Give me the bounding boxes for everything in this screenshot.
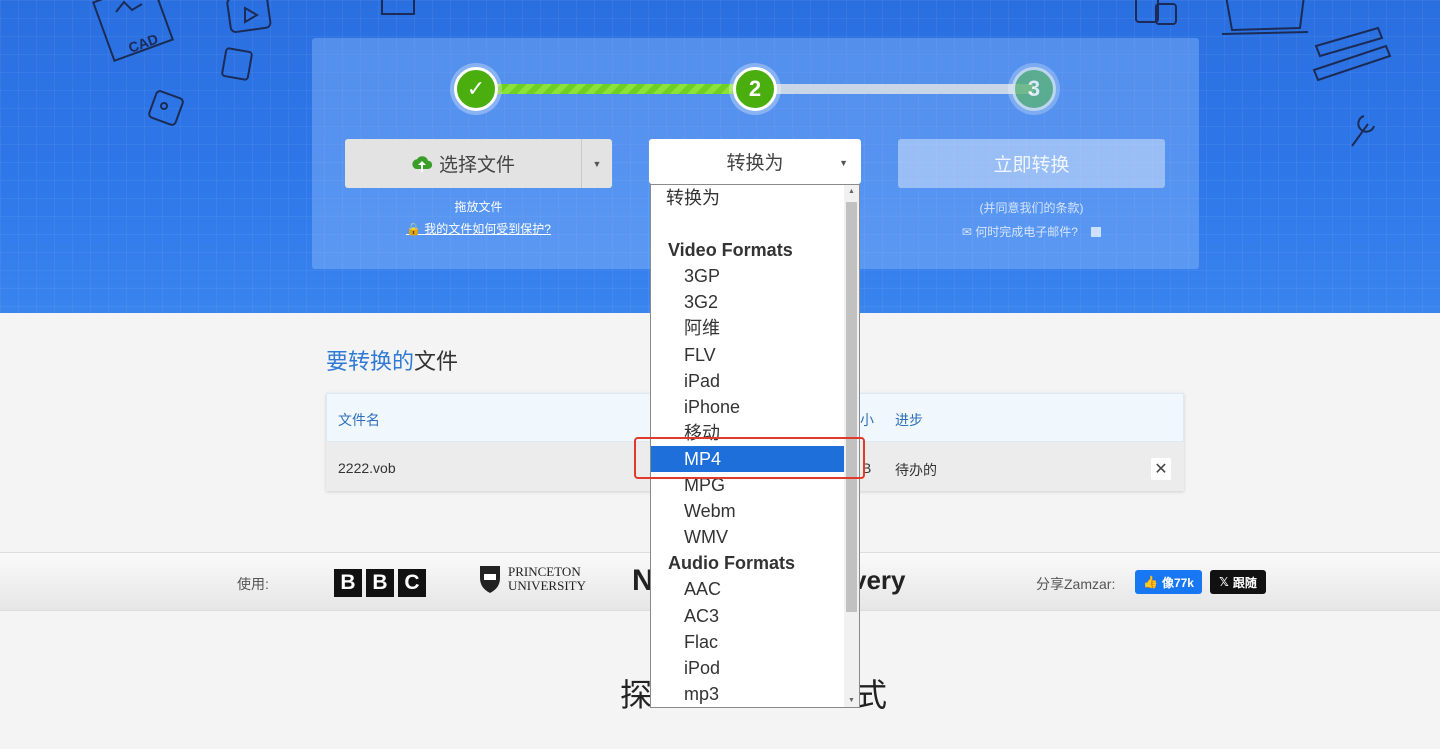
drag-drop-hint: 拖放文件: [454, 200, 503, 214]
cloud-upload-icon: [412, 155, 433, 172]
explore-heading-start: 探: [620, 677, 655, 713]
dropdown-option[interactable]: 3G2: [651, 289, 846, 315]
laptop-doodle-icon: [1221, 0, 1309, 35]
svg-text:CAD: CAD: [126, 30, 160, 55]
dropdown-spacer: [651, 211, 846, 237]
princeton-shield-icon: [480, 566, 500, 593]
princeton-line-1: PRINCETON: [508, 564, 581, 579]
video-doodle-icon: [226, 0, 272, 33]
bbc-logo-letter: B: [334, 569, 362, 597]
dropdown-option[interactable]: 阿维: [651, 315, 846, 341]
column-header-filename: 文件名: [338, 412, 380, 428]
dropdown-group-label: Audio Formats: [668, 553, 796, 574]
dropdown-option[interactable]: mp3: [651, 681, 846, 707]
bbc-logo-letter: C: [398, 569, 426, 597]
dropdown-option[interactable]: WMV: [651, 524, 846, 550]
bbc-logo: B B C: [334, 569, 426, 597]
facebook-like-label: 像77k: [1161, 575, 1194, 590]
folder-doodle-icon: [381, 0, 415, 15]
convert-now-button[interactable]: 立即转换: [898, 139, 1165, 188]
dropdown-option[interactable]: iPad: [651, 368, 846, 394]
dropdown-option[interactable]: FLV: [651, 342, 846, 368]
step-3-pending: 3: [1012, 67, 1056, 111]
scrollbar-thumb[interactable]: [846, 202, 857, 612]
email-notification-label: 何时完成电子邮件?: [975, 225, 1078, 239]
files-title-rest: 文件: [414, 349, 459, 374]
remove-file-button[interactable]: ✕: [1151, 458, 1171, 480]
annotation-highlight-box: [634, 437, 865, 479]
choose-source-dropdown-button[interactable]: ▼: [581, 139, 612, 188]
used-by-label: 使用:: [237, 576, 269, 592]
x-follow-button[interactable]: 𝕏 跟随: [1210, 570, 1266, 594]
close-icon: ✕: [1154, 461, 1168, 478]
thumbs-up-icon: 👍: [1143, 575, 1158, 589]
ruler-pencil-doodle-icon: [1312, 26, 1392, 82]
caret-down-icon: ▼: [592, 158, 602, 169]
step-2-label: 2: [748, 76, 762, 101]
x-follow-label: 跟随: [1232, 575, 1257, 590]
image-doodle-icon: [148, 90, 184, 126]
bbc-logo-letter: B: [366, 569, 394, 597]
column-header-size: 小: [860, 412, 874, 428]
x-logo-icon: 𝕏: [1219, 575, 1229, 589]
dropdown-option[interactable]: AC3: [651, 603, 846, 629]
share-label: 分享Zamzar:: [1036, 576, 1116, 592]
devices-doodle-icon: [1135, 0, 1177, 25]
files-title-accent: 要转换的: [326, 349, 415, 374]
dropdown-option[interactable]: iPod: [651, 655, 846, 681]
check-icon: ✓: [466, 76, 486, 101]
choose-files-label: 选择文件: [438, 155, 515, 176]
princeton-logo: PRINCETON UNIVERSITY: [478, 564, 586, 594]
dropdown-option[interactable]: iPhone: [651, 394, 846, 420]
envelope-icon: ✉: [961, 225, 972, 239]
convert-to-select[interactable]: 转换为 ▼: [649, 139, 861, 184]
caret-down-icon: ▼: [839, 158, 848, 168]
file-protection-link[interactable]: 🔒 我的文件如何受到保护?: [345, 220, 612, 237]
wrench-doodle-icon: [1351, 115, 1375, 147]
dropdown-option[interactable]: 3GP: [651, 263, 846, 289]
scroll-up-arrow-icon[interactable]: ▲: [847, 188, 856, 195]
file-status-cell: 待办的: [895, 462, 937, 478]
convert-now-label: 立即转换: [993, 155, 1070, 176]
choose-files-button[interactable]: 选择文件: [345, 139, 581, 188]
email-notification-checkbox[interactable]: [1091, 227, 1102, 237]
dropdown-option[interactable]: AAC: [651, 576, 846, 602]
file-protection-link-text: 我的文件如何受到保护?: [424, 222, 551, 236]
dropdown-group-label: Video Formats: [668, 240, 793, 261]
dropdown-option[interactable]: Webm: [651, 498, 846, 524]
progress-track-complete: [476, 84, 756, 94]
step-2-active: 2: [733, 67, 777, 111]
files-section-title: 要转换的文件: [326, 344, 458, 376]
step-3-label: 3: [1027, 76, 1041, 101]
email-notification-option[interactable]: ✉ 何时完成电子邮件?: [898, 223, 1165, 240]
column-header-progress: 进步: [895, 412, 923, 428]
progress-track-pending: [756, 84, 1034, 94]
discovery-logo-partial: very: [852, 565, 906, 595]
dropdown-option[interactable]: Flac: [651, 629, 846, 655]
terms-agreement-text: (并同意我们的条款): [979, 201, 1084, 215]
scroll-down-arrow-icon[interactable]: ▼: [847, 697, 856, 704]
facebook-like-button[interactable]: 👍 像77k: [1135, 570, 1202, 594]
convert-to-select-label: 转换为: [726, 153, 784, 174]
step-1-complete: ✓: [454, 67, 498, 111]
dropdown-placeholder-option[interactable]: 转换为: [651, 185, 846, 211]
code-doodle-icon: [221, 47, 253, 81]
file-name-cell: 2222.vob: [338, 460, 396, 476]
cad-doodle-icon: CAD: [92, 0, 175, 63]
lock-icon: 🔒: [406, 222, 421, 236]
princeton-line-2: UNIVERSITY: [508, 578, 586, 593]
